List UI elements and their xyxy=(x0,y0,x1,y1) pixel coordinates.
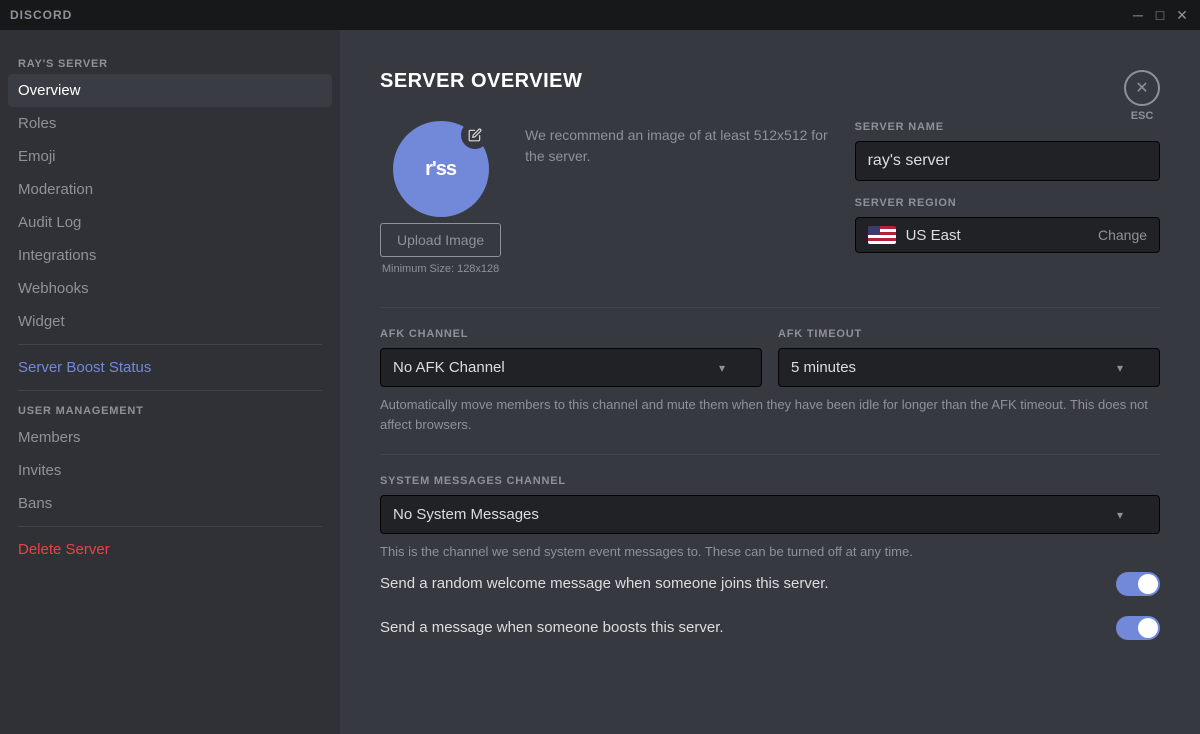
page-title: SERVER OVERVIEW xyxy=(380,70,1160,93)
titlebar-title: DISCORD xyxy=(10,8,72,22)
sidebar-item-widget[interactable]: Widget xyxy=(8,305,332,338)
server-info-mid: We recommend an image of at least 512x51… xyxy=(525,121,830,183)
server-region-select[interactable]: US East Change xyxy=(855,217,1160,253)
server-info-text: We recommend an image of at least 512x51… xyxy=(525,125,830,167)
sidebar-divider-1 xyxy=(18,344,322,345)
section-divider-1 xyxy=(380,307,1160,308)
avatar-section: r'ss Upload Image Minimum Size: 128x128 xyxy=(380,121,501,275)
maximize-button[interactable]: □ xyxy=(1152,7,1168,23)
esc-close-icon[interactable]: ✕ xyxy=(1124,70,1160,106)
avatar-min-size: Minimum Size: 128x128 xyxy=(382,263,499,275)
system-messages-helper: This is the channel we send system event… xyxy=(380,542,1160,562)
afk-channel-group: AFK CHANNEL No AFK Channel ▾ xyxy=(380,328,762,387)
sidebar-item-integrations[interactable]: Integrations xyxy=(8,239,332,272)
toggle1-label: Send a random welcome message when someo… xyxy=(380,575,1100,592)
afk-channel-arrow-icon: ▾ xyxy=(719,361,725,375)
sidebar-user-management-label: USER MANAGEMENT xyxy=(8,397,332,421)
sidebar-item-bans[interactable]: Bans xyxy=(8,487,332,520)
afk-row: AFK CHANNEL No AFK Channel ▾ AFK TIMEOUT… xyxy=(380,328,1160,387)
toggle-row-2: Send a message when someone boosts this … xyxy=(380,606,1160,650)
server-name-input[interactable] xyxy=(855,141,1160,181)
toggle1-knob xyxy=(1138,574,1158,594)
sidebar-item-moderation[interactable]: Moderation xyxy=(8,173,332,206)
sidebar-item-webhooks[interactable]: Webhooks xyxy=(8,272,332,305)
avatar-wrapper: r'ss xyxy=(393,121,489,217)
toggle2-knob xyxy=(1138,618,1158,638)
main-layout: RAY'S SERVER Overview Roles Emoji Modera… xyxy=(0,30,1200,734)
afk-channel-value: No AFK Channel xyxy=(393,359,505,376)
toggle-row-1: Send a random welcome message when someo… xyxy=(380,562,1160,606)
system-messages-value: No System Messages xyxy=(393,506,539,523)
change-region-button[interactable]: Change xyxy=(1098,227,1147,243)
sidebar-item-overview[interactable]: Overview xyxy=(8,74,332,107)
region-left: US East xyxy=(868,226,961,244)
afk-timeout-label: AFK TIMEOUT xyxy=(778,328,1160,340)
server-region-value: US East xyxy=(906,227,961,244)
sidebar-divider-3 xyxy=(18,526,322,527)
content-area: ✕ ESC SERVER OVERVIEW r'ss Upload Image xyxy=(340,30,1200,734)
sidebar-item-roles[interactable]: Roles xyxy=(8,107,332,140)
sidebar-divider-2 xyxy=(18,390,322,391)
sidebar-item-boost-status[interactable]: Server Boost Status xyxy=(8,351,332,384)
sidebar-item-emoji[interactable]: Emoji xyxy=(8,140,332,173)
titlebar: DISCORD ─ □ ✕ xyxy=(0,0,1200,30)
server-fields: SERVER NAME SERVER REGION US East Change xyxy=(855,121,1160,253)
avatar-edit-icon[interactable] xyxy=(461,121,489,149)
sidebar-item-members[interactable]: Members xyxy=(8,421,332,454)
sidebar-server-name: RAY'S SERVER xyxy=(8,50,332,74)
afk-channel-label: AFK CHANNEL xyxy=(380,328,762,340)
sidebar-item-audit-log[interactable]: Audit Log xyxy=(8,206,332,239)
toggle1[interactable] xyxy=(1116,572,1160,596)
titlebar-controls: ─ □ ✕ xyxy=(1130,7,1190,23)
afk-timeout-arrow-icon: ▾ xyxy=(1117,361,1123,375)
afk-timeout-select[interactable]: 5 minutes ▾ xyxy=(778,348,1160,387)
afk-timeout-value: 5 minutes xyxy=(791,359,856,376)
upload-image-button[interactable]: Upload Image xyxy=(380,223,501,257)
sidebar: RAY'S SERVER Overview Roles Emoji Modera… xyxy=(0,30,340,734)
server-name-label: SERVER NAME xyxy=(855,121,1160,133)
afk-helper-text: Automatically move members to this chann… xyxy=(380,395,1160,434)
section-divider-2 xyxy=(380,454,1160,455)
afk-channel-select[interactable]: No AFK Channel ▾ xyxy=(380,348,762,387)
esc-label: ESC xyxy=(1131,110,1154,122)
sidebar-item-delete-server[interactable]: Delete Server xyxy=(8,533,332,566)
server-info-row: r'ss Upload Image Minimum Size: 128x128 … xyxy=(380,121,1160,275)
server-region-label: SERVER REGION xyxy=(855,197,1160,209)
toggle2-label: Send a message when someone boosts this … xyxy=(380,619,1100,636)
minimize-button[interactable]: ─ xyxy=(1130,7,1146,23)
sidebar-item-invites[interactable]: Invites xyxy=(8,454,332,487)
flag-canton xyxy=(868,226,880,235)
system-messages-label: SYSTEM MESSAGES CHANNEL xyxy=(380,475,1160,487)
esc-button[interactable]: ✕ ESC xyxy=(1124,70,1160,122)
toggle2[interactable] xyxy=(1116,616,1160,640)
us-flag-icon xyxy=(868,226,896,244)
system-messages-arrow-icon: ▾ xyxy=(1117,508,1123,522)
afk-timeout-group: AFK TIMEOUT 5 minutes ▾ xyxy=(778,328,1160,387)
system-messages-select[interactable]: No System Messages ▾ xyxy=(380,495,1160,534)
close-button[interactable]: ✕ xyxy=(1174,7,1190,23)
